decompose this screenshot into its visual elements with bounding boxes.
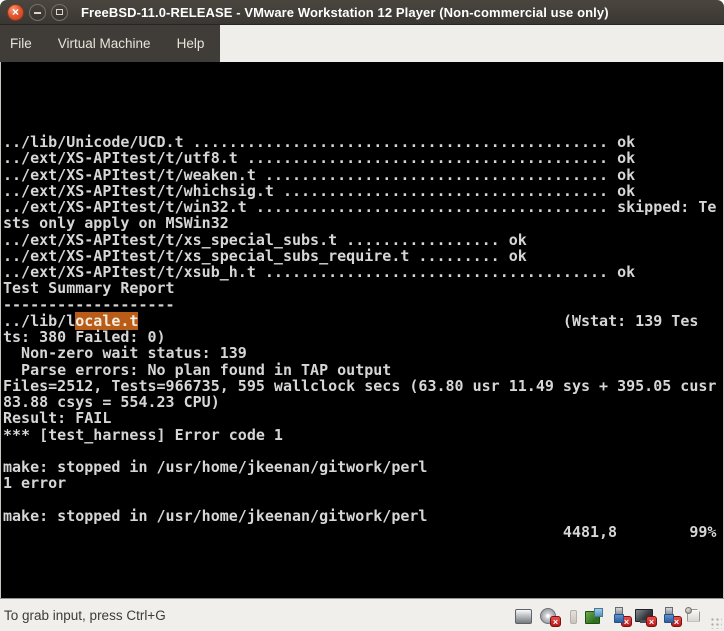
vmware-player-window: × FreeBSD-11.0-RELEASE - VMware Workstat… xyxy=(0,0,724,631)
terminal-line: Files=2512, Tests=966735, 595 wallclock … xyxy=(3,378,723,394)
terminal-line: ../ext/XS-APItest/t/xsub_h.t ...........… xyxy=(3,264,723,280)
terminal-line: ../ext/XS-APItest/t/xs_special_subs.t ..… xyxy=(3,232,723,248)
unity-notes-icon[interactable] xyxy=(685,607,703,624)
menu-help[interactable]: Help xyxy=(177,36,205,51)
terminal-line xyxy=(3,443,723,459)
terminal-line: Result: FAIL xyxy=(3,410,723,426)
terminal-line: ../ext/XS-APItest/t/weaken.t ...........… xyxy=(3,167,723,183)
disconnected-badge-icon: × xyxy=(671,616,682,627)
window-title: FreeBSD-11.0-RELEASE - VMware Workstatio… xyxy=(81,5,609,20)
usb-device-icon[interactable]: × xyxy=(660,607,678,624)
terminal-line: ../ext/XS-APItest/t/utf8.t .............… xyxy=(3,150,723,166)
disconnected-badge-icon: × xyxy=(621,616,632,627)
minimize-button[interactable] xyxy=(29,4,46,21)
terminal-line: ../lib/Unicode/UCD.t ...................… xyxy=(3,134,723,150)
statusbar: To grab input, press Ctrl+G ×××× xyxy=(0,598,724,631)
terminal-line: ------------------- xyxy=(3,297,723,313)
disconnected-badge-icon: × xyxy=(550,616,561,627)
disconnected-badge-icon: × xyxy=(646,616,657,627)
terminal-line: ../ext/XS-APItest/t/xs_special_subs_requ… xyxy=(3,248,723,264)
terminal-line xyxy=(3,492,723,508)
terminal-line: Test Summary Report xyxy=(3,280,723,296)
usb-controller-icon[interactable]: × xyxy=(610,607,628,624)
vm-console-screen[interactable]: ../lib/Unicode/UCD.t ...................… xyxy=(0,62,724,598)
device-separator xyxy=(564,607,578,624)
terminal-line: *** [test_harness] Error code 1 xyxy=(3,427,723,443)
device-status-icons: ×××× xyxy=(514,607,707,624)
maximize-button[interactable] xyxy=(51,4,68,21)
terminal-line: 83.88 csys = 554.23 CPU) xyxy=(3,394,723,410)
display-icon[interactable]: × xyxy=(635,607,653,624)
terminal-line: make: stopped in /usr/home/jkeenan/gitwo… xyxy=(3,459,723,475)
menu-group: File Virtual Machine Help xyxy=(0,25,220,62)
terminal-line: ts: 380 Failed: 0) xyxy=(3,329,723,345)
terminal-line: make: stopped in /usr/home/jkeenan/gitwo… xyxy=(3,508,723,524)
terminal-line: 1 error xyxy=(3,475,723,491)
grab-input-hint: To grab input, press Ctrl+G xyxy=(4,608,166,623)
terminal-line: 4481,8 99% xyxy=(3,524,723,540)
terminal-output: ../lib/Unicode/UCD.t ...................… xyxy=(3,134,723,540)
terminal-line: sts only apply on MSWin32 xyxy=(3,215,723,231)
terminal-text: (Wstat: 139 Tes xyxy=(138,312,698,330)
terminal-line: Non-zero wait status: 139 xyxy=(3,345,723,361)
menu-file[interactable]: File xyxy=(10,36,32,51)
terminal-line: ../ext/XS-APItest/t/whichsig.t .........… xyxy=(3,183,723,199)
resize-grip-icon[interactable] xyxy=(709,616,722,629)
terminal-line: Parse errors: No plan found in TAP outpu… xyxy=(3,362,723,378)
maximize-icon xyxy=(56,9,63,15)
close-button[interactable]: × xyxy=(7,4,24,21)
cdrom-icon[interactable]: × xyxy=(539,607,557,624)
menu-virtual-machine[interactable]: Virtual Machine xyxy=(58,36,151,51)
titlebar[interactable]: × FreeBSD-11.0-RELEASE - VMware Workstat… xyxy=(0,0,724,25)
terminal-line: ../ext/XS-APItest/t/win32.t ............… xyxy=(3,199,723,215)
terminal-line: ../lib/locale.t (Wstat: 139 Tes xyxy=(3,313,723,329)
hard-disk-icon[interactable] xyxy=(514,607,532,624)
menubar: File Virtual Machine Help xyxy=(0,25,724,62)
minimize-icon xyxy=(34,12,41,14)
network-adapter-icon[interactable] xyxy=(585,607,603,624)
